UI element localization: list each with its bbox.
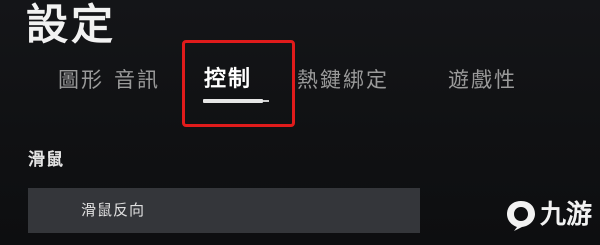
settings-screen: 設定 圖形 音訊 控制 熱鍵綁定 遊戲性 滑鼠 滑鼠反向 九游 <box>0 0 600 245</box>
watermark: 九游 <box>500 196 596 240</box>
setting-row-label: 滑鼠反向 <box>81 201 146 219</box>
setting-row-invert-mouse[interactable]: 滑鼠反向 <box>28 188 420 233</box>
tab-hotkey-bindings[interactable]: 熱鍵綁定 <box>297 64 389 96</box>
tab-audio[interactable]: 音訊 <box>114 64 160 96</box>
active-tab-indicator-tail <box>263 100 269 102</box>
tab-gameplay[interactable]: 遊戲性 <box>448 64 517 96</box>
active-tab-indicator <box>203 99 263 103</box>
jiuyou-logo-icon <box>507 201 535 231</box>
page-title: 設定 <box>26 0 117 49</box>
tab-bar: 圖形 音訊 控制 熱鍵綁定 遊戲性 <box>0 56 600 112</box>
section-heading-mouse: 滑鼠 <box>28 150 64 170</box>
tab-controls[interactable]: 控制 <box>204 64 252 96</box>
watermark-text: 九游 <box>540 200 593 230</box>
tab-graphics[interactable]: 圖形 <box>58 64 104 96</box>
